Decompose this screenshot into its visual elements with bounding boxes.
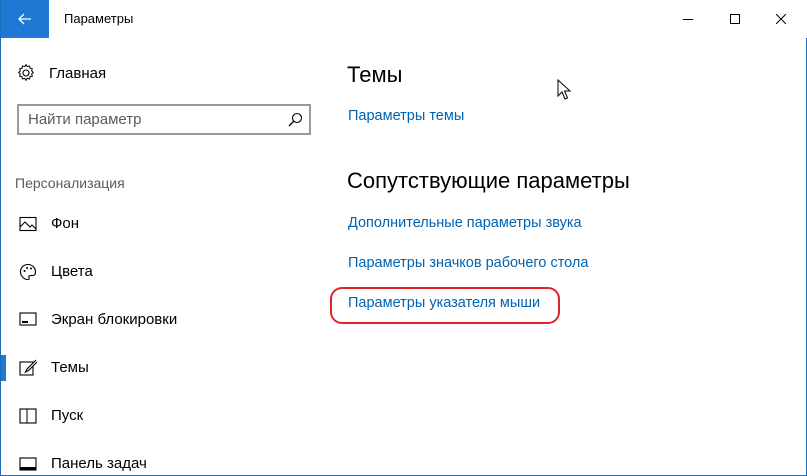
related-settings-title: Сопутствующие параметры xyxy=(347,168,630,193)
sidebar-item-label: Пуск xyxy=(51,407,84,424)
sidebar-item-label: Темы xyxy=(51,359,89,376)
theme-settings-link[interactable]: Параметры темы xyxy=(348,108,464,124)
sidebar-item-background[interactable]: Фон xyxy=(1,200,321,248)
sidebar-item-label: Панель задач xyxy=(51,455,147,472)
close-icon xyxy=(776,14,786,24)
picture-icon xyxy=(19,216,37,232)
search-icon[interactable] xyxy=(287,111,304,128)
nav-list: Фон Цвета Экран блокировки Темы Пуск Пан… xyxy=(1,200,321,476)
title-bar: Параметры xyxy=(1,0,807,38)
sidebar-item-lock-screen[interactable]: Экран блокировки xyxy=(1,296,321,344)
taskbar-icon xyxy=(19,457,37,471)
gear-icon xyxy=(17,64,35,82)
start-icon xyxy=(19,408,37,424)
search-input[interactable] xyxy=(19,106,279,133)
mouse-pointer-settings-link[interactable]: Параметры указателя мыши xyxy=(348,295,540,311)
window-title: Параметры xyxy=(64,11,134,26)
brush-icon xyxy=(19,359,37,376)
maximize-button[interactable] xyxy=(712,0,758,38)
close-button[interactable] xyxy=(758,0,804,38)
nav-home[interactable]: Главная xyxy=(17,60,106,86)
palette-icon xyxy=(19,263,37,281)
back-button[interactable] xyxy=(1,0,49,38)
sidebar-item-label: Цвета xyxy=(51,263,93,280)
arrow-left-icon xyxy=(18,13,31,25)
sidebar-item-themes[interactable]: Темы xyxy=(1,344,321,392)
lock-screen-icon xyxy=(19,312,37,326)
sidebar-item-colors[interactable]: Цвета xyxy=(1,248,321,296)
nav-home-label: Главная xyxy=(49,64,107,82)
search-box[interactable] xyxy=(17,104,311,135)
sidebar-item-taskbar[interactable]: Панель задач xyxy=(1,440,321,476)
mouse-cursor-icon xyxy=(557,79,572,100)
selection-indicator xyxy=(1,355,6,381)
minimize-button[interactable] xyxy=(665,0,711,38)
minimize-icon xyxy=(683,19,693,20)
desktop-icon-settings-link[interactable]: Параметры значков рабочего стола xyxy=(348,255,588,271)
sidebar-item-label: Экран блокировки xyxy=(51,311,178,328)
maximize-icon xyxy=(730,14,740,24)
page-title: Темы xyxy=(347,62,403,87)
sidebar-item-start[interactable]: Пуск xyxy=(1,392,321,440)
section-label: Персонализация xyxy=(15,175,125,191)
sidebar-item-label: Фон xyxy=(51,215,80,232)
settings-window: Параметры Главная Пер xyxy=(0,0,807,476)
advanced-sound-settings-link[interactable]: Дополнительные параметры звука xyxy=(348,215,582,231)
